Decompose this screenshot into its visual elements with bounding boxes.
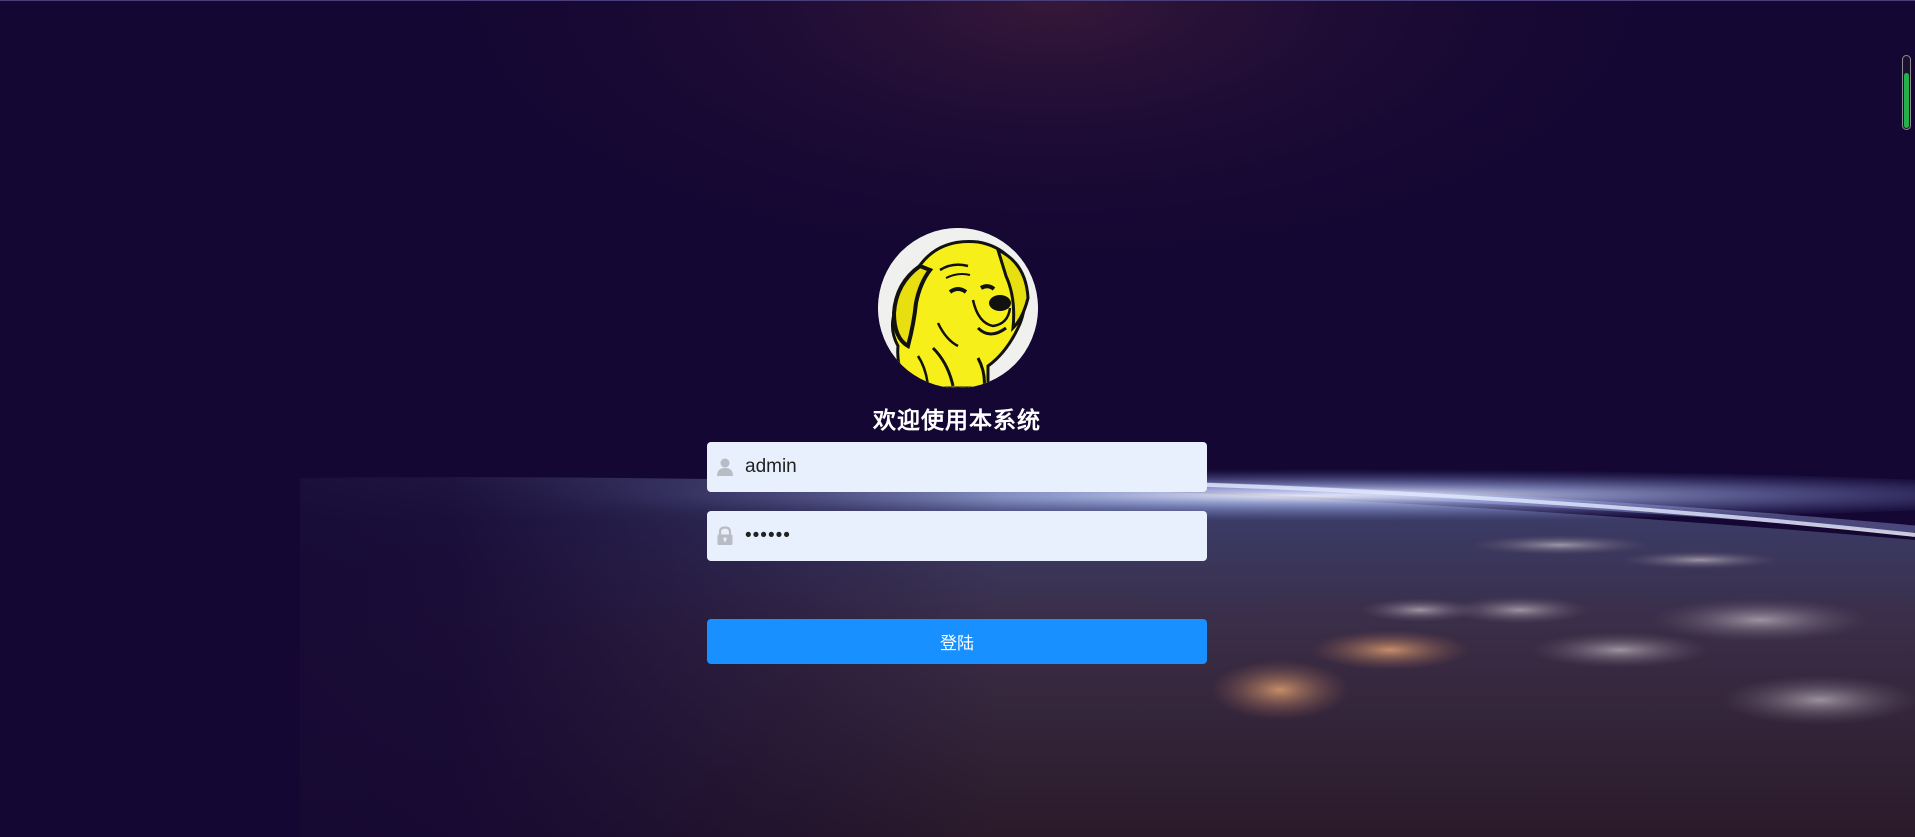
lock-icon [716,526,734,546]
username-input[interactable] [745,442,1195,492]
welcome-title: 欢迎使用本系统 [873,408,1041,434]
username-field[interactable] [707,442,1207,492]
scroll-indicator[interactable] [1902,55,1911,130]
password-field[interactable] [707,511,1207,561]
user-icon [716,457,734,477]
login-button[interactable]: 登陆 [707,619,1207,664]
scroll-indicator-fill [1904,73,1909,128]
golden-retriever-logo-icon [878,228,1038,388]
top-border [0,0,1915,1]
password-input[interactable] [745,511,1195,561]
